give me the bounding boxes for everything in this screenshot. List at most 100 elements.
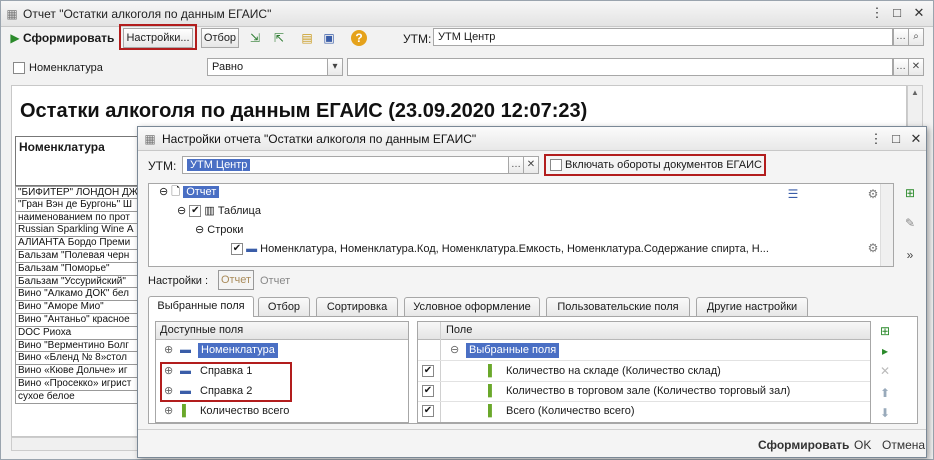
move-up-icon[interactable]: ⬆	[877, 385, 893, 401]
settings-option-current[interactable]: Отчет	[218, 270, 254, 290]
edit-icon[interactable]: ✎	[902, 215, 918, 231]
tree-row-fields[interactable]: ✔ ▬ Номенклатура, Номенклатура.Код, Номе…	[231, 241, 769, 257]
open-folder-icon[interactable]: ▤	[299, 30, 315, 46]
selected-field-checkbox[interactable]: ✔	[422, 405, 434, 417]
report-row[interactable]: Бальзам "Поморье"	[15, 262, 139, 276]
maximize-icon[interactable]: □	[888, 131, 904, 147]
tree-row-table[interactable]: ⊖ ✔ ▥ Таблица	[177, 203, 261, 219]
report-row[interactable]: Вино "Верментино Болг	[15, 339, 139, 353]
expand-icon[interactable]: ⊕	[164, 341, 173, 360]
report-row[interactable]: сухое белое	[15, 390, 139, 404]
main-toolbar: ▶ Сформировать Настройки... Отбор ⇲ ⇱ ▤ …	[1, 24, 933, 51]
cancel-button[interactable]: Отмена	[882, 438, 925, 452]
generate-button[interactable]: Сформировать	[758, 438, 849, 452]
selected-field-row[interactable]: ✔ ▌ Количество на складе (Количество скл…	[418, 362, 870, 382]
chevron-down-icon[interactable]: ▾	[327, 58, 343, 76]
report-row[interactable]: Вино «Кюве Дольче» иг	[15, 365, 139, 378]
utm-field[interactable]: УТМ Центр	[182, 156, 510, 174]
reference-fields-highlight	[160, 362, 292, 402]
close-icon[interactable]: ✕	[908, 131, 924, 147]
nomenclature-value-field[interactable]	[347, 58, 893, 76]
condition-select[interactable]: Равно	[207, 58, 331, 76]
selected-field-row[interactable]: ✔ ▌ Количество в торговом зале (Количест…	[418, 382, 870, 402]
save-icon[interactable]: ▣	[321, 30, 337, 46]
table-checkbox[interactable]: ✔	[189, 205, 202, 218]
settings-grid-icon[interactable]: ⚙	[865, 186, 881, 202]
tab-sorting[interactable]: Сортировка	[316, 297, 398, 317]
clear-icon[interactable]: ✕	[908, 58, 924, 76]
report-row[interactable]: Бальзам "Уссурийский"	[15, 275, 139, 289]
include-checkbox[interactable]	[550, 159, 562, 171]
report-row[interactable]: "БИФИТЕР" ЛОНДОН ДЖ	[15, 186, 139, 199]
delete-icon[interactable]: ✕	[877, 363, 893, 379]
report-icon: ▦	[6, 7, 18, 21]
utm-field[interactable]: УТМ Центр	[433, 28, 893, 46]
collapse-icon[interactable]: ⊖	[450, 341, 459, 360]
document-icon: 🗋	[171, 186, 181, 198]
settings-grid-icon[interactable]: ⚙	[865, 240, 881, 256]
fields-checkbox[interactable]: ✔	[231, 243, 243, 256]
nomenclature-checkbox[interactable]	[13, 62, 25, 74]
report-row[interactable]: Russian Sparkling Wine А	[15, 224, 139, 238]
report-row[interactable]: Вино «Бленд № 8»стол	[15, 352, 139, 366]
tree-row-report[interactable]: ⊖ 🗋 Отчет	[159, 184, 220, 200]
clear-icon[interactable]: ✕	[523, 156, 539, 174]
expand-icon[interactable]: ⇲	[247, 30, 263, 46]
report-row[interactable]: Вино «Просекко» игрист	[15, 377, 139, 391]
utm-select-button[interactable]: …	[508, 156, 524, 174]
field-icon: ▬	[180, 344, 191, 356]
search-icon[interactable]: ⌕	[908, 28, 924, 46]
list-icon[interactable]: ☰	[785, 186, 801, 202]
numeric-field-icon: ▌	[488, 385, 496, 397]
filter-button[interactable]: Отбор	[201, 28, 239, 48]
close-icon[interactable]: ✕	[911, 5, 927, 21]
add-field-icon[interactable]: ⊞	[877, 323, 893, 339]
more-icon[interactable]: »	[902, 247, 918, 263]
selected-field-row[interactable]: ✔ ▌ Всего (Количество всего)	[418, 402, 870, 422]
expand-icon[interactable]: ⊕	[164, 402, 173, 421]
settings-option[interactable]: Отчет	[260, 275, 290, 287]
selected-root-row[interactable]: ⊖ Выбранные поля	[418, 341, 870, 361]
maximize-icon[interactable]: □	[889, 5, 905, 21]
available-field-row[interactable]: ⊕ ▬ Номенклатура	[156, 341, 408, 361]
tree-scrollbar[interactable]	[880, 184, 893, 266]
report-row[interactable]: "Гран Вэн де Бургонь" Ш	[15, 198, 139, 212]
selected-field-checkbox[interactable]: ✔	[422, 385, 434, 397]
collapse-icon[interactable]: ⇱	[271, 30, 287, 46]
collapse-icon[interactable]: ⊖	[159, 186, 168, 198]
fields-icon: ▬	[246, 243, 258, 255]
help-icon[interactable]: ?	[351, 30, 367, 46]
available-fields-header: Доступные поля	[156, 322, 408, 340]
menu-icon[interactable]: ⋮	[868, 131, 884, 147]
generate-button[interactable]: Сформировать	[23, 31, 114, 45]
settings-highlight	[119, 24, 197, 50]
report-row[interactable]: DOC Риоха	[15, 326, 139, 340]
tab-selected-fields[interactable]: Выбранные поля	[148, 296, 254, 317]
report-row[interactable]: Вино "Алкамо ДОК" бел	[15, 288, 139, 302]
selected-field-checkbox[interactable]: ✔	[422, 365, 434, 377]
menu-icon[interactable]: ⋮	[869, 5, 885, 21]
column-header: Номенклатура	[15, 136, 139, 186]
nomenclature-select-button[interactable]: …	[893, 58, 909, 76]
collapse-icon[interactable]: ⊖	[177, 205, 186, 217]
available-field-row[interactable]: ⊕ ▌ Количество всего	[156, 402, 408, 422]
tab-user-fields[interactable]: Пользовательские поля	[546, 297, 690, 317]
add-group-icon[interactable]: ⊞	[902, 185, 918, 201]
utm-select-button[interactable]: …	[893, 28, 909, 46]
report-row[interactable]: наименованием по прот	[15, 211, 139, 225]
collapse-icon[interactable]: ⊖	[195, 224, 204, 236]
tree-row-rows[interactable]: ⊖ Строки	[195, 222, 243, 238]
report-title: Остатки алкоголя по данным ЕГАИС (23.09.…	[20, 100, 588, 122]
move-down-icon[interactable]: ⬇	[877, 405, 893, 421]
include-label: Включать обороты документов ЕГАИС	[565, 159, 762, 171]
report-row[interactable]: Вино "Антаньо" красное	[15, 313, 139, 327]
selected-fields-grid: Поле ⊖ Выбранные поля ✔ ▌ Количество на …	[417, 321, 871, 423]
tab-filter[interactable]: Отбор	[258, 297, 310, 317]
report-row[interactable]: АЛИАНТА Бордо Преми	[15, 237, 139, 250]
report-row[interactable]: Вино "Аморе Мио"	[15, 301, 139, 314]
report-row[interactable]: Бальзам "Полевая черн	[15, 249, 139, 263]
add-folder-icon[interactable]: ▸	[877, 343, 893, 359]
tab-conditional-format[interactable]: Условное оформление	[404, 297, 540, 317]
tab-other-settings[interactable]: Другие настройки	[696, 297, 808, 317]
ok-button[interactable]: OK	[854, 438, 871, 452]
